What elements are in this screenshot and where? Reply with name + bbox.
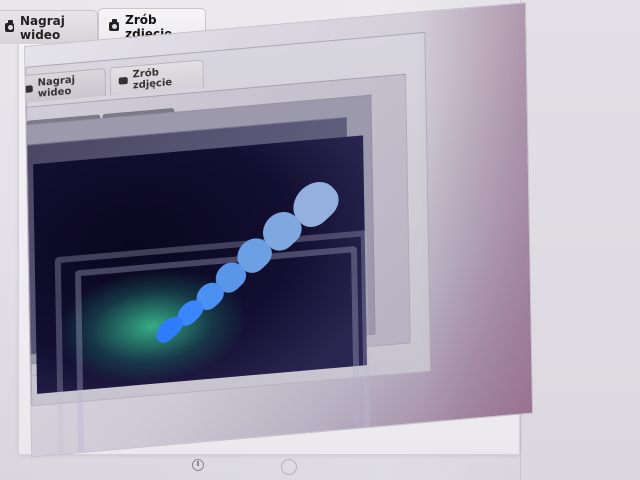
camera-icon — [118, 76, 128, 85]
camera-icon — [109, 19, 120, 31]
right-panel — [520, 0, 640, 480]
video-camera-icon — [24, 85, 33, 93]
tab-record-video[interactable]: Nagraj wideo — [0, 10, 98, 44]
tab-record-video-label: Nagraj wideo — [20, 13, 65, 42]
capture-controls — [0, 450, 520, 480]
camera-feed: Nagraj wideo Zrób zdjęcie — [24, 2, 534, 458]
feed-tab-record-video-label: Nagraj wideo — [37, 74, 76, 100]
feed-recursive-tunnel — [33, 135, 371, 458]
feed-tab-record-video: Nagraj wideo — [24, 67, 106, 104]
feed-tab-take-photo-label: Zrób zdjęcie — [132, 66, 173, 91]
timer-icon[interactable] — [192, 459, 204, 471]
shutter-icon[interactable] — [281, 459, 297, 475]
video-camera-icon — [5, 20, 15, 32]
